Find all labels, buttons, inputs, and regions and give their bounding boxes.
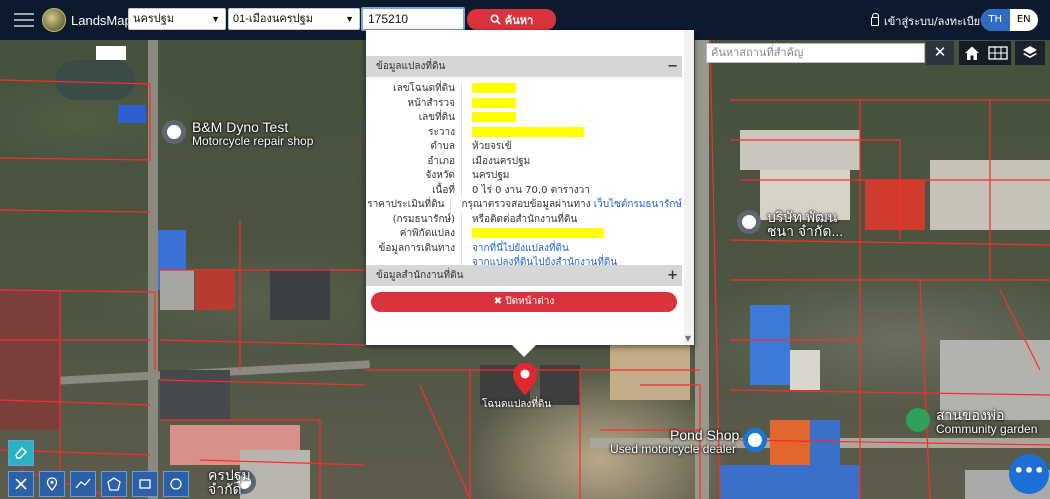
province-select[interactable]: นครปฐม ▼	[128, 8, 226, 30]
field-land-no: เลขที่ดิน	[366, 111, 682, 126]
polygon-tool[interactable]	[101, 471, 127, 497]
province-select-value: นครปฐม	[133, 13, 175, 25]
line-tool[interactable]	[70, 471, 96, 497]
popup-scrollbar[interactable]	[684, 30, 694, 345]
poi-subtitle: Community garden	[936, 422, 1038, 436]
parcel-marker-icon[interactable]	[513, 363, 537, 395]
section-title: ข้อมูลแปลงที่ดิน	[376, 61, 446, 72]
circle-tool[interactable]	[163, 471, 189, 497]
more-dots-icon: •••	[1013, 461, 1045, 480]
shopping-bag-icon	[743, 428, 768, 452]
collapse-icon[interactable]: −	[667, 56, 678, 77]
rectangle-icon	[139, 479, 151, 489]
flower-icon	[906, 408, 930, 432]
home-button[interactable]	[959, 41, 985, 65]
chevron-down-icon: ▼	[345, 14, 354, 24]
map-pin-icon	[737, 210, 761, 234]
clear-search-button[interactable]: ✕	[926, 41, 954, 65]
district-select-value: 01-เมืองนครปฐม	[233, 13, 313, 25]
parcel-info-popup: ข้อมูลแปลงที่ดิน − เลขโฉนดที่ดิน หน้าสำร…	[366, 30, 694, 357]
route-to-parcel-link[interactable]: จากที่นี่ไปยังแปลงที่ดิน	[472, 243, 569, 254]
home-icon	[965, 46, 979, 60]
polyline-icon	[75, 478, 91, 489]
poi-community-garden[interactable]: สานของพ่อ Community garden	[906, 408, 1037, 436]
section-parcel-info-header[interactable]: ข้อมูลแปลงที่ดิน −	[366, 56, 682, 77]
grid-icon	[988, 46, 1008, 60]
parcel-info-fields: เลขโฉนดที่ดิน หน้าสำรวจ เลขที่ดิน ระวาง …	[366, 82, 682, 271]
redacted-value	[472, 83, 516, 93]
lang-en-button[interactable]: EN	[1010, 9, 1039, 31]
treasury-website-link[interactable]: เว็บไซต์กรมธนารักษ์	[594, 199, 682, 210]
section-land-office-header[interactable]: ข้อมูลสำนักงานที่ดิน +	[366, 265, 682, 286]
scroll-down-arrow-icon[interactable]: ▼	[685, 334, 691, 343]
redacted-value	[472, 97, 516, 108]
poi-pond-shop[interactable]: Pond Shop Used motorcycle dealer	[610, 427, 768, 456]
field-deed-no: เลขโฉนดที่ดิน	[366, 82, 682, 97]
map-pin-icon	[162, 120, 186, 144]
poi-subtitle: Used motorcycle dealer	[610, 442, 737, 456]
login-label: เข้าสู่ระบบ/ลงทะเบียน	[884, 15, 988, 28]
location-pin-icon	[46, 477, 58, 491]
more-options-button[interactable]: •••	[1009, 454, 1049, 494]
poi-search-input[interactable]: ค้นหาสถานที่สำคัญ	[706, 43, 925, 63]
poi-title: Pond Shop	[670, 427, 740, 443]
search-icon	[490, 14, 501, 25]
field-ravang: ระวาง	[366, 125, 682, 140]
poi-subtitle: Motorcycle repair shop	[192, 134, 314, 148]
close-popup-button[interactable]: ✖ ปิดหน้าต่าง	[371, 292, 677, 312]
circle-icon	[170, 478, 182, 490]
redacted-value	[472, 228, 604, 238]
section-title: ข้อมูลสำนักงานที่ดิน	[376, 270, 464, 281]
parcel-number-input[interactable]	[361, 7, 465, 31]
poi-title: สานของพ่อ	[936, 407, 1005, 423]
search-button-label: ค้นหา	[504, 13, 534, 27]
layers-button[interactable]	[1015, 41, 1045, 65]
pin-tool[interactable]	[39, 471, 65, 497]
menu-icon[interactable]	[14, 13, 34, 27]
redacted-value	[472, 126, 584, 137]
field-price: ราคาประเมินที่ดิน กรุณาตรวจสอบข้อมูลผ่าน…	[366, 198, 682, 213]
field-subdistrict: ตำบล ห้วยจรเข้	[366, 140, 682, 155]
grid-button[interactable]	[985, 41, 1011, 65]
tools-icon	[15, 478, 27, 490]
measure-tool[interactable]	[8, 471, 34, 497]
redacted-value	[472, 112, 516, 122]
poi-subtitle: จำกัด	[208, 481, 242, 497]
field-province: จังหวัด นครปฐม	[366, 169, 682, 184]
lock-icon	[871, 12, 879, 26]
poi-title: B&M Dyno Test	[192, 119, 289, 135]
search-button[interactable]: ค้นหา	[467, 9, 556, 30]
field-travel: ข้อมูลการเดินทาง จากที่นี่ไปยังแปลงที่ดิ…	[366, 241, 682, 256]
field-area: เนื้อที่ 0 ไร่ 0 งาน 70.0 ตารางวา	[366, 183, 682, 198]
rectangle-tool[interactable]	[132, 471, 158, 497]
field-district: อำเภอ เมืองนครปฐม	[366, 154, 682, 169]
marker-label: โฉนดแปลงที่ดิน	[482, 399, 552, 410]
chevron-down-icon: ▼	[211, 14, 220, 24]
poi-title: ครปฐม	[208, 467, 251, 483]
poi-subtitle: ชนา จำกัด...	[767, 223, 844, 239]
close-icon: ✕	[933, 43, 947, 61]
district-select[interactable]: 01-เมืองนครปฐม ▼	[228, 8, 360, 30]
expand-icon[interactable]: +	[667, 265, 678, 286]
field-price-2: (กรมธนารักษ์) หรือติดต่อสำนักงานที่ดิน	[366, 212, 682, 227]
poi-company[interactable]: บริษัท พัฒน ชนา จำกัด...	[737, 210, 843, 238]
login-link[interactable]: เข้าสู่ระบบ/ลงทะเบียน	[871, 12, 988, 30]
polygon-icon	[107, 477, 121, 491]
poi-title: บริษัท พัฒน	[767, 209, 838, 225]
landsmaps-logo	[42, 8, 66, 32]
poi-corner[interactable]: ครปฐม จำกัด	[208, 468, 256, 496]
field-coordinates: ค่าพิกัดแปลง	[366, 227, 682, 242]
eraser-tool[interactable]	[8, 440, 34, 466]
language-toggle: TH EN	[981, 9, 1038, 31]
field-survey-page: หน้าสำรวจ	[366, 96, 682, 111]
layers-icon	[1023, 46, 1037, 58]
lang-th-button[interactable]: TH	[981, 9, 1010, 31]
poi-bm-dyno-test[interactable]: B&M Dyno Test Motorcycle repair shop	[162, 120, 313, 148]
eraser-icon	[15, 446, 27, 459]
